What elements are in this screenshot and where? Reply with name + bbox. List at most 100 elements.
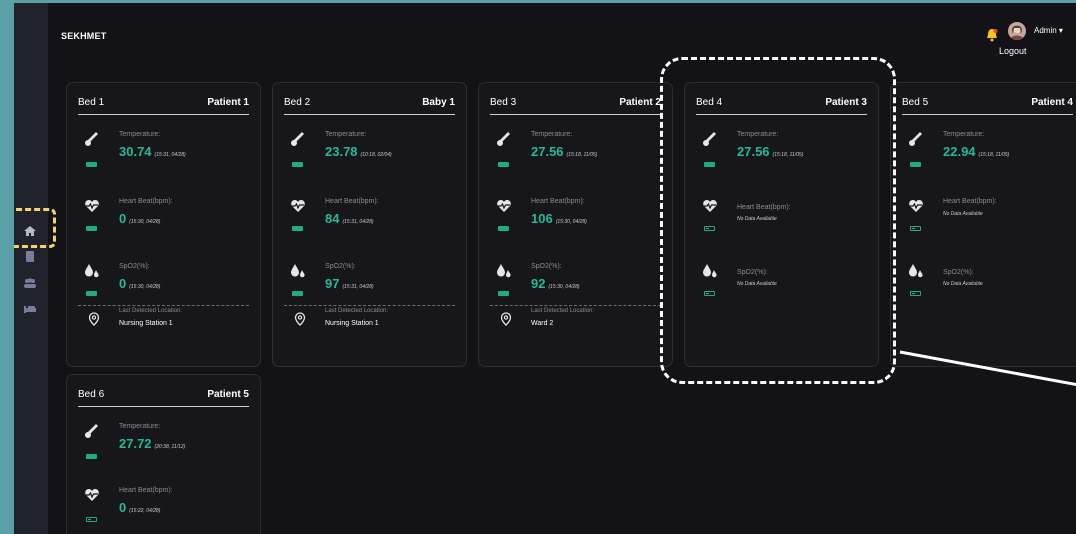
card-header: Bed 6 Patient 5 [78, 389, 249, 407]
temperature-label: Temperature: [531, 131, 573, 138]
heartbeat-value: 84 (15:31, 04/28) [325, 211, 374, 226]
spo2-value: 92 (15:30, 04/28) [531, 276, 580, 291]
temperature-metric: Temperature: 23.78 (10:18, 02/04) [273, 131, 466, 191]
battery-low-icon [910, 226, 921, 231]
battery-icon [292, 291, 303, 296]
bed-label: Bed 2 [284, 97, 311, 108]
battery-low-icon [910, 291, 921, 296]
home-icon[interactable] [23, 225, 37, 237]
card-header: Bed 2 Baby 1 [284, 97, 455, 115]
temperature-value: 27.56 (15:18, 11/05) [531, 144, 598, 159]
bed-label: Bed 1 [78, 97, 105, 108]
battery-icon [86, 454, 97, 459]
location-label: Last Detected Location: [325, 308, 389, 314]
thermometer-icon [85, 132, 98, 146]
focus-highlight-box [660, 57, 896, 384]
admin-dropdown[interactable]: Admin ▾ [1034, 26, 1063, 35]
location-pin-icon [500, 312, 512, 326]
heartbeat-metric: Heart Beat(bpm): 0 (15:30, 04/28) [67, 198, 260, 258]
spo2-label: SpO2(%): [119, 263, 150, 270]
app-window: SEKHMET Admin ▾ Logout Bed 1 Patient 1 T… [14, 3, 1076, 534]
bed-icon[interactable] [23, 303, 37, 315]
bed-card[interactable]: Bed 6 Patient 5 Temperature: 27.72 (20:38… [66, 374, 261, 534]
bed-card[interactable]: Bed 1 Patient 1 Temperature: 30.74 (15:31… [66, 82, 261, 367]
battery-icon [910, 162, 921, 167]
temperature-label: Temperature: [325, 131, 367, 138]
temperature-label: Temperature: [119, 423, 161, 430]
users-icon[interactable] [23, 277, 37, 289]
battery-low-icon [86, 517, 97, 522]
temperature-value: 30.74 (15:31, 04/28) [119, 144, 186, 159]
heart-icon [497, 200, 511, 212]
battery-icon [292, 226, 303, 231]
thermometer-icon [291, 132, 304, 146]
battery-icon [292, 162, 303, 167]
patient-label: Patient 5 [207, 389, 249, 400]
temperature-metric: Temperature: 30.74 (15:31, 04/28) [67, 131, 260, 191]
no-data-text: No Data Available [943, 281, 983, 287]
location-section: Last Detected Location: Ward 2 [490, 305, 661, 345]
heartbeat-metric: Heart Beat(bpm): 84 (15:31, 04/28) [273, 198, 466, 258]
logout-link[interactable]: Logout [999, 46, 1027, 56]
location-value: Nursing Station 1 [325, 320, 379, 327]
bed-card[interactable]: Bed 5 Patient 4 Temperature: 22.94 (15:18… [890, 82, 1076, 367]
no-data-text: No Data Available [943, 211, 983, 217]
heartbeat-label: Heart Beat(bpm): [943, 198, 997, 205]
battery-icon [86, 226, 97, 231]
bed-label: Bed 5 [902, 97, 929, 108]
spo2-label: SpO2(%): [325, 263, 356, 270]
thermometer-icon [497, 132, 510, 146]
location-section: Last Detected Location: Nursing Station … [78, 305, 249, 345]
location-value: Ward 2 [531, 320, 554, 327]
location-label: Last Detected Location: [119, 308, 183, 314]
thermometer-icon [85, 424, 98, 438]
spo2-value: 0 (15:30, 04/28) [119, 276, 161, 291]
heartbeat-metric: Heart Beat(bpm): No Data Available [891, 198, 1076, 258]
heart-icon [909, 200, 923, 212]
card-header: Bed 5 Patient 4 [902, 97, 1073, 115]
brand-title: SEKHMET [61, 31, 107, 41]
battery-icon [498, 226, 509, 231]
location-value: Nursing Station 1 [119, 320, 173, 327]
heartbeat-label: Heart Beat(bpm): [119, 487, 173, 494]
patient-label: Patient 4 [1031, 97, 1073, 108]
heartbeat-value: 0 (15:22, 04/28) [119, 500, 161, 515]
heartbeat-label: Heart Beat(bpm): [119, 198, 173, 205]
bed-card[interactable]: Bed 3 Patient 2 Temperature: 27.56 (15:18… [478, 82, 673, 367]
temperature-label: Temperature: [119, 131, 161, 138]
card-header: Bed 1 Patient 1 [78, 97, 249, 115]
temperature-value: 22.94 (15:18, 11/05) [943, 144, 1010, 159]
drops-icon [291, 264, 305, 278]
avatar[interactable] [1008, 22, 1026, 40]
spo2-label: SpO2(%): [531, 263, 562, 270]
thermometer-icon [909, 132, 922, 146]
heart-icon [85, 200, 99, 212]
location-pin-icon [88, 312, 100, 326]
bell-icon[interactable] [986, 28, 998, 42]
patient-label: Patient 2 [619, 97, 661, 108]
temperature-metric: Temperature: 22.94 (15:18, 11/05) [891, 131, 1076, 191]
temperature-metric: Temperature: 27.56 (15:18, 11/05) [479, 131, 672, 191]
spo2-value: 97 (15:31, 04/28) [325, 276, 374, 291]
bed-card[interactable]: Bed 2 Baby 1 Temperature: 23.78 (10:18, 0… [272, 82, 467, 367]
heartbeat-value: 106 (15:30, 04/28) [531, 211, 587, 226]
temperature-label: Temperature: [943, 131, 985, 138]
heart-icon [85, 489, 99, 501]
temperature-value: 23.78 (10:18, 02/04) [325, 144, 392, 159]
heartbeat-label: Heart Beat(bpm): [531, 198, 585, 205]
temperature-value: 27.72 (20:38, 11/12) [119, 436, 186, 451]
card-header: Bed 3 Patient 2 [490, 97, 661, 115]
location-label: Last Detected Location: [531, 308, 595, 314]
battery-icon [86, 162, 97, 167]
drops-icon [497, 264, 511, 278]
clipboard-icon[interactable] [23, 251, 37, 263]
temperature-metric: Temperature: 27.72 (20:38, 11/12) [67, 423, 260, 483]
user-area: Admin ▾ Logout [956, 3, 1076, 63]
heartbeat-metric: Heart Beat(bpm): 0 (15:22, 04/28) [67, 487, 260, 534]
battery-icon [86, 291, 97, 296]
heartbeat-label: Heart Beat(bpm): [325, 198, 379, 205]
bed-label: Bed 6 [78, 389, 105, 400]
patient-label: Patient 1 [207, 97, 249, 108]
location-section: Last Detected Location: Nursing Station … [284, 305, 455, 345]
spo2-label: SpO2(%): [943, 269, 974, 276]
